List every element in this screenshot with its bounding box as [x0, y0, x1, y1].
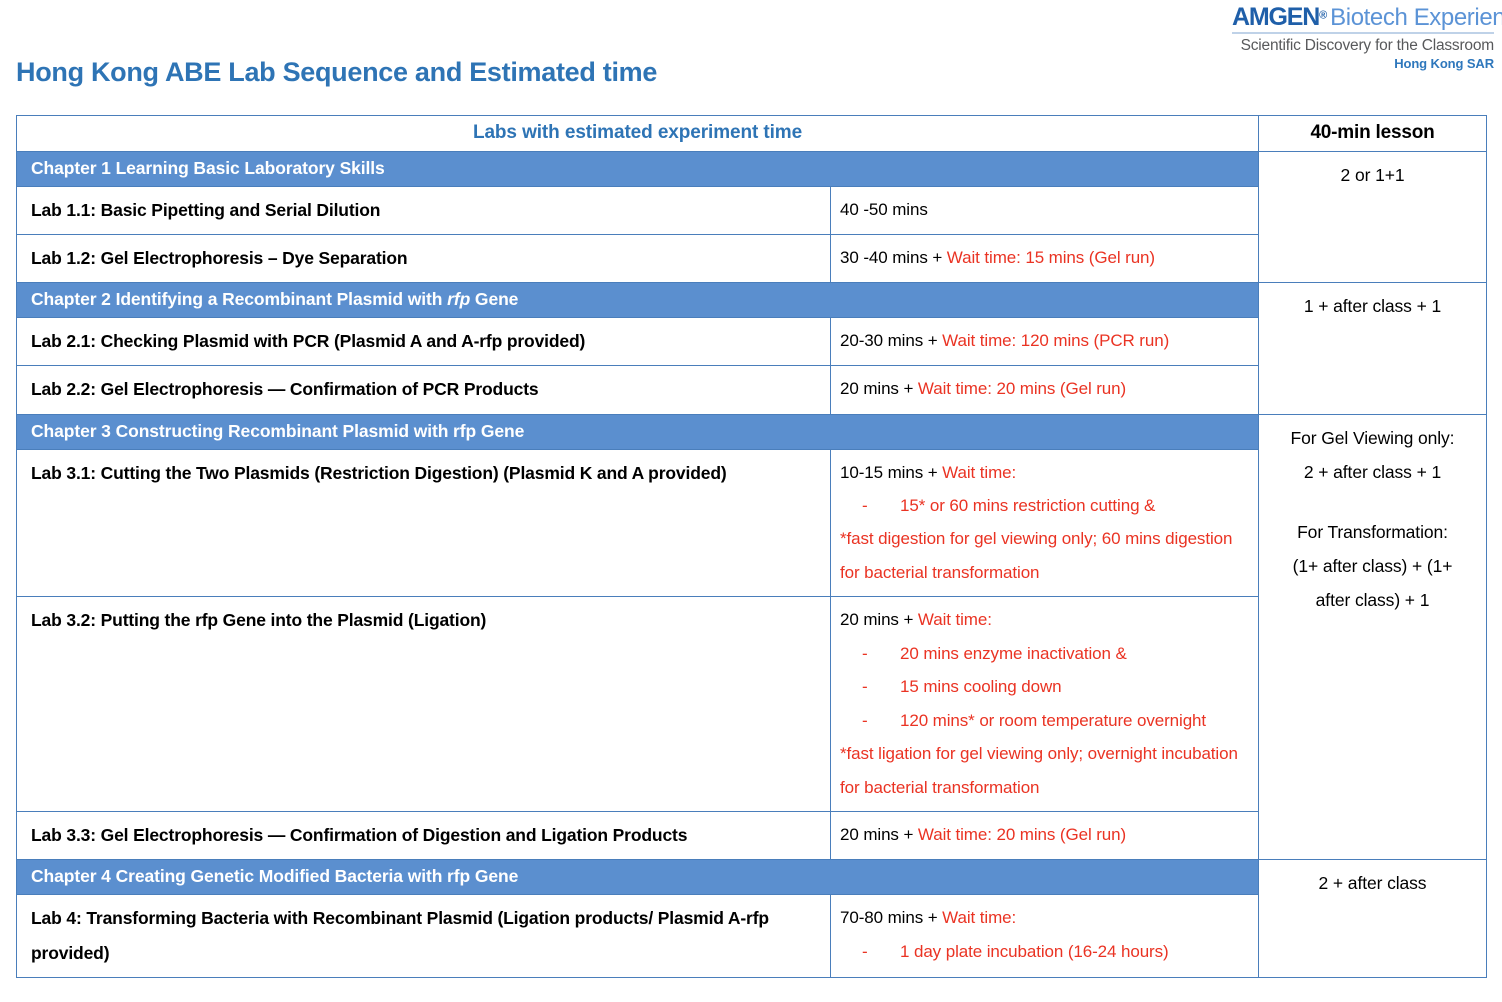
chapter-title-3: Chapter 3 Constructing Recombinant Plasm…	[16, 413, 1259, 450]
logo-divider	[1232, 32, 1494, 35]
logo-tagline: Scientific Discovery for the Classroom	[1240, 37, 1495, 55]
wait-item: 120 mins* or room temperature overnight	[862, 704, 1252, 738]
wait-item: 15* or 60 mins restriction cutting &	[862, 489, 1252, 523]
chapter-row-4: Chapter 4 Creating Genetic Modified Bact…	[16, 859, 1487, 978]
lesson-line-transformation-label: For Transformation:	[1297, 521, 1448, 542]
lab-time-3-3: 20 mins + Wait time: 20 mins (Gel run)	[830, 811, 1259, 861]
lab-sequence-table: Labs with estimated experiment time 40-m…	[16, 115, 1487, 978]
chapter-title-4: Chapter 4 Creating Genetic Modified Bact…	[16, 859, 1259, 896]
chapter-title-2: Chapter 2 Identifying a Recombinant Plas…	[16, 282, 1259, 319]
lab-name-4: Lab 4: Transforming Bacteria with Recomb…	[16, 894, 831, 978]
header-lesson: 40-min lesson	[1258, 115, 1487, 152]
wait-item: 1 day plate incubation (16-24 hours)	[862, 935, 1252, 969]
time-black-text: 70-80 mins +	[840, 908, 943, 928]
time-black-text: 20 mins +	[840, 610, 918, 630]
table-header-row: Labs with estimated experiment time 40-m…	[16, 115, 1487, 152]
lab-time-4: 70-80 mins + Wait time: 1 day plate incu…	[830, 894, 1259, 978]
wait-time-text: Wait time:	[942, 908, 1017, 928]
wait-time-text: Wait time:	[917, 610, 992, 630]
header-labs: Labs with estimated experiment time	[16, 115, 1259, 152]
lab-time-3-1: 10-15 mins + Wait time: 15* or 60 mins r…	[830, 448, 1259, 598]
lesson-cell-chapter-2: 1 + after class + 1	[1258, 282, 1487, 415]
lab-time-3-2: 20 mins + Wait time: 20 mins enzyme inac…	[830, 596, 1259, 813]
chapter-title-text: Chapter 2 Identifying a Recombinant Plas…	[31, 289, 448, 310]
time-black-text: 10-15 mins +	[840, 462, 943, 482]
chapter-title-text: Chapter 1 Learning Basic Laboratory Skil…	[31, 158, 385, 178]
lab-time-2-1: 20-30 mins + Wait time: 120 mins (PCR ru…	[830, 317, 1259, 367]
wait-time-text: Wait time: 20 mins (Gel run)	[917, 825, 1127, 845]
time-black-text: 20 mins +	[840, 379, 918, 399]
lab-name-3-3: Lab 3.3: Gel Electrophoresis — Confirmat…	[16, 811, 831, 861]
lesson-line-transformation-value-2: after class) + 1	[1315, 590, 1430, 610]
lesson-spacer	[1267, 489, 1478, 515]
chapter-title-suffix: Gene	[470, 289, 519, 310]
wait-item-list: 15* or 60 mins restriction cutting &	[840, 489, 1252, 523]
amgen-biotech-experience-logo: AMGEN®Biotech Experience Scientific Disc…	[1232, 3, 1502, 72]
lesson-line-transformation-value-1: (1+ after class) + (1+	[1292, 555, 1453, 576]
lesson-cell-chapter-4: 2 + after class	[1258, 859, 1487, 978]
amgen-wordmark: AMGEN	[1232, 3, 1320, 31]
wait-time-text: Wait time: 20 mins (Gel run)	[917, 379, 1127, 399]
logo-primary-line: AMGEN®Biotech Experience	[1232, 3, 1502, 31]
wait-item-list: 1 day plate incubation (16-24 hours)	[840, 935, 1252, 969]
chapter-row-3: Chapter 3 Constructing Recombinant Plasm…	[16, 413, 1487, 861]
lab-name-3-1: Lab 3.1: Cutting the Two Plasmids (Restr…	[16, 448, 831, 598]
wait-item: 20 mins enzyme inactivation &	[862, 637, 1252, 671]
time-black-text: 40 -50 mins	[840, 200, 928, 219]
chapter-row-2: Chapter 2 Identifying a Recombinant Plas…	[16, 282, 1487, 415]
chapter-title-text: Chapter 3 Constructing Recombinant Plasm…	[31, 420, 525, 441]
lab-time-1-2: 30 -40 mins + Wait time: 15 mins (Gel ru…	[830, 234, 1259, 284]
time-black-text: 20 mins +	[840, 825, 918, 845]
lab-name-3-2: Lab 3.2: Putting the rfp Gene into the P…	[16, 596, 831, 813]
lesson-cell-chapter-3: For Gel Viewing only: 2 + after class + …	[1258, 413, 1487, 861]
wait-item: 15 mins cooling down	[862, 670, 1252, 704]
chapter-title-text: Chapter 4 Creating Genetic Modified Bact…	[31, 866, 519, 887]
chapter-row-1: Chapter 1 Learning Basic Laboratory Skil…	[16, 150, 1487, 284]
time-black-text: 20-30 mins +	[840, 331, 943, 351]
lab-name-1-2: Lab 1.2: Gel Electrophoresis – Dye Separ…	[16, 234, 831, 284]
lesson-line-gel-viewing-value: 2 + after class + 1	[1303, 461, 1442, 482]
wait-note: *fast digestion for gel viewing only; 60…	[840, 529, 1233, 582]
registered-trademark-icon: ®	[1319, 9, 1328, 22]
wait-note: *fast ligation for gel viewing only; ove…	[840, 744, 1238, 797]
wait-item-list: 20 mins enzyme inactivation & 15 mins co…	[840, 637, 1252, 738]
lab-name-2-2: Lab 2.2: Gel Electrophoresis — Confirmat…	[16, 365, 831, 415]
lab-name-2-1: Lab 2.1: Checking Plasmid with PCR (Plas…	[16, 317, 831, 367]
lab-name-1-1: Lab 1.1: Basic Pipetting and Serial Dilu…	[16, 185, 831, 236]
time-black-text: 30 -40 mins +	[840, 248, 947, 268]
chapter-title-1: Chapter 1 Learning Basic Laboratory Skil…	[16, 151, 1259, 187]
biotech-experience-wordmark: Biotech Experience	[1330, 4, 1502, 31]
lab-time-1-1: 40 -50 mins	[830, 185, 1259, 236]
logo-region-label: Hong Kong SAR	[1394, 56, 1494, 72]
lab-time-2-2: 20 mins + Wait time: 20 mins (Gel run)	[830, 365, 1259, 415]
wait-time-text: Wait time:	[942, 462, 1017, 482]
lab-sequence-table-wrapper: Labs with estimated experiment time 40-m…	[16, 115, 1487, 978]
wait-time-text: Wait time: 15 mins (Gel run)	[946, 248, 1155, 268]
lesson-line-gel-viewing-label: For Gel Viewing only:	[1290, 427, 1455, 448]
page-title: Hong Kong ABE Lab Sequence and Estimated…	[16, 57, 658, 87]
lesson-cell-chapter-1: 2 or 1+1	[1258, 150, 1487, 284]
wait-time-text: Wait time: 120 mins (PCR run)	[942, 331, 1170, 351]
chapter-title-gene: rfp	[447, 289, 471, 310]
